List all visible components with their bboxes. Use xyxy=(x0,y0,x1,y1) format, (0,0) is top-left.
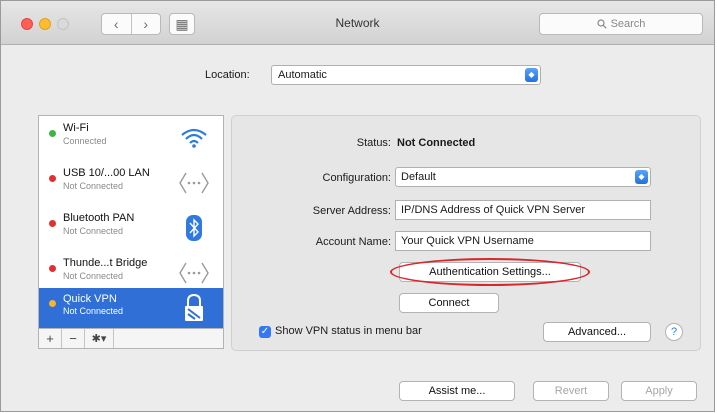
service-status: Connected xyxy=(63,136,107,146)
service-list-toolbar: + − ✱▾ xyxy=(38,329,224,349)
network-preferences-window: ‹ › ▦ Network Search Location: Automatic… xyxy=(0,0,715,412)
assist-me-button[interactable]: Assist me... xyxy=(399,381,515,401)
ethernet-icon xyxy=(177,167,211,199)
search-icon xyxy=(596,19,607,29)
gear-icon: ✱▾ xyxy=(91,333,107,345)
service-item-bluetooth-pan[interactable]: Bluetooth PAN Not Connected xyxy=(39,206,223,251)
service-list: Wi-Fi Connected USB 10/...00 LAN Not Con… xyxy=(38,115,224,329)
service-name: Quick VPN xyxy=(63,293,117,305)
authentication-settings-button[interactable]: Authentication Settings... xyxy=(399,262,581,282)
bluetooth-icon xyxy=(177,212,211,244)
search-placeholder: Search xyxy=(610,18,646,30)
chevron-updown-icon: ◆ xyxy=(525,68,538,82)
configuration-label: Configuration: xyxy=(322,172,392,184)
lock-icon xyxy=(177,292,211,324)
remove-service-button[interactable]: − xyxy=(62,329,85,348)
server-address-input[interactable]: IP/DNS Address of Quick VPN Server xyxy=(395,200,651,220)
show-vpn-status-checkbox[interactable]: ✓ xyxy=(259,326,271,338)
revert-button[interactable]: Revert xyxy=(533,381,609,401)
apply-button[interactable]: Apply xyxy=(621,381,697,401)
server-address-value: IP/DNS Address of Quick VPN Server xyxy=(401,204,586,216)
service-status: Not Connected xyxy=(63,226,124,236)
advanced-button[interactable]: Advanced... xyxy=(543,322,651,342)
add-service-button[interactable]: + xyxy=(39,329,62,348)
service-status: Not Connected xyxy=(63,181,124,191)
account-name-input[interactable]: Your Quick VPN Username xyxy=(395,231,651,251)
help-button[interactable]: ? xyxy=(665,323,683,341)
account-name-value: Your Quick VPN Username xyxy=(401,235,534,247)
service-status: Not Connected xyxy=(63,271,124,281)
service-name: Bluetooth PAN xyxy=(63,212,135,224)
service-status: Not Connected xyxy=(63,306,124,316)
status-dot xyxy=(49,300,56,307)
ethernet-icon xyxy=(177,257,211,289)
service-name: USB 10/...00 LAN xyxy=(63,167,150,179)
server-address-label: Server Address: xyxy=(312,205,391,217)
location-select[interactable]: Automatic ◆ xyxy=(271,65,541,85)
status-dot xyxy=(49,220,56,227)
service-item-usb-lan[interactable]: USB 10/...00 LAN Not Connected xyxy=(39,161,223,206)
connect-button[interactable]: Connect xyxy=(399,293,499,313)
status-dot xyxy=(49,175,56,182)
gear-menu-button[interactable]: ✱▾ xyxy=(85,329,114,348)
status-label: Status: xyxy=(356,137,391,149)
title-bar: ‹ › ▦ Network Search xyxy=(1,1,714,45)
chevron-updown-icon: ◆ xyxy=(635,170,648,184)
status-dot xyxy=(49,265,56,272)
wifi-icon xyxy=(177,122,211,154)
status-value: Not Connected xyxy=(397,137,476,149)
service-name: Thunde...t Bridge xyxy=(63,257,148,269)
location-label: Location: xyxy=(205,69,250,81)
show-vpn-status-label: Show VPN status in menu bar xyxy=(275,325,422,337)
configuration-select[interactable]: Default ◆ xyxy=(395,167,651,187)
service-name: Wi-Fi xyxy=(63,122,89,134)
configuration-value: Default xyxy=(401,171,436,183)
service-item-wifi[interactable]: Wi-Fi Connected xyxy=(39,116,223,161)
service-item-quick-vpn[interactable]: Quick VPN Not Connected xyxy=(39,288,223,328)
search-field[interactable]: Search xyxy=(539,13,703,35)
location-value: Automatic xyxy=(278,69,327,81)
account-name-label: Account Name: xyxy=(315,236,391,248)
status-dot xyxy=(49,130,56,137)
